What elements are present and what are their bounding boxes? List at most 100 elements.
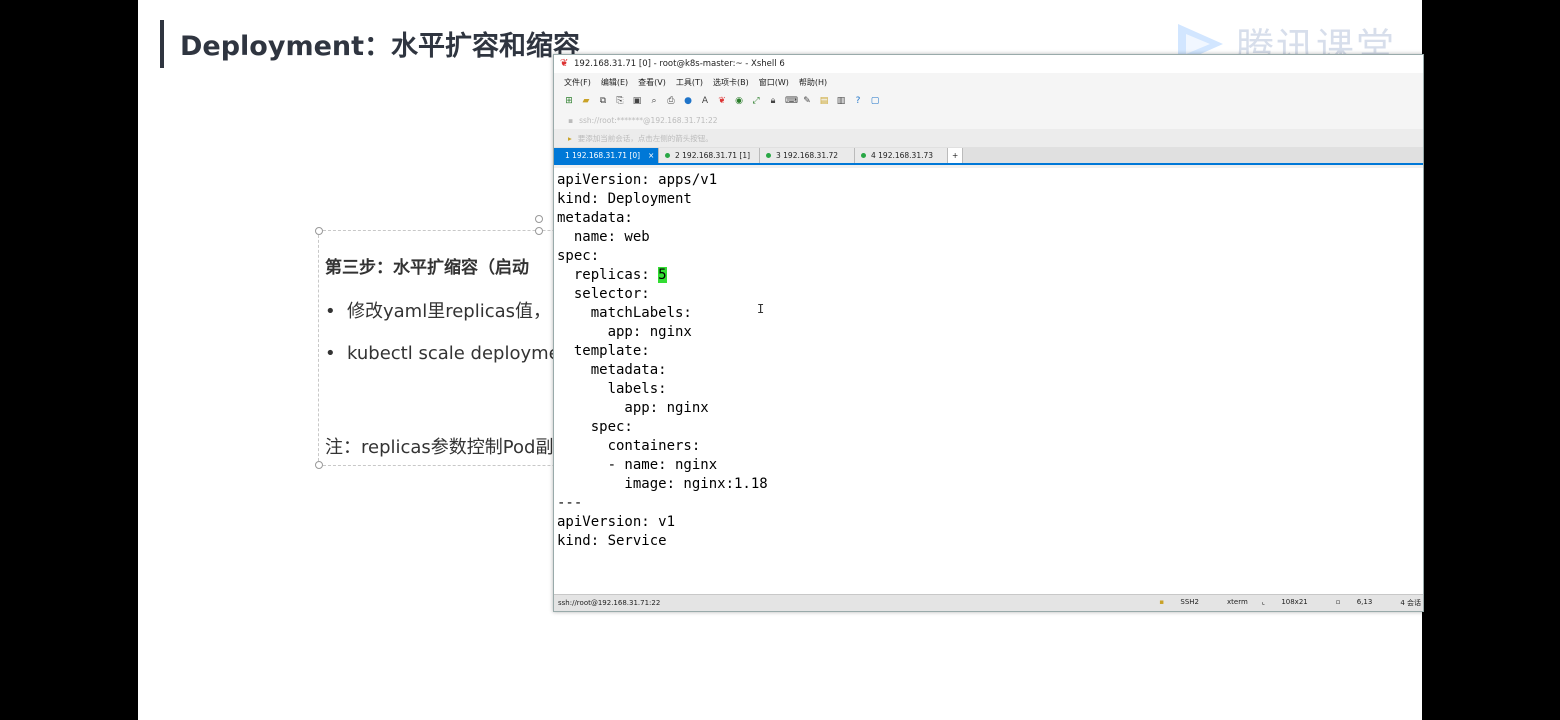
terminal-line: selector:: [557, 286, 650, 302]
terminal-line: app: nginx: [557, 400, 709, 416]
status-size-text: 108x21: [1281, 598, 1308, 606]
resize-handle[interactable]: [315, 461, 323, 469]
step-heading: 第三步：水平扩缩容（启动: [325, 258, 529, 278]
terminal-line-replicas: replicas: 5: [557, 266, 667, 285]
terminal-line: - name: nginx: [557, 457, 718, 473]
status-bar: ssh://root@192.168.31.71:22 ▪ SSH2 xterm…: [554, 594, 1423, 611]
fullscreen-icon[interactable]: ⤢: [751, 96, 761, 106]
lock-icon[interactable]: 🔒︎: [768, 96, 778, 106]
help-icon[interactable]: ?: [853, 96, 863, 106]
menu-tabs[interactable]: 选项卡(B): [713, 77, 749, 88]
terminal-line: ---: [557, 495, 583, 511]
window-titlebar[interactable]: ❦ 192.168.31.71 [0] - root@k8s-master:~ …: [554, 55, 1423, 73]
terminal-line: app: nginx: [557, 324, 692, 340]
copy-icon[interactable]: ⧉: [598, 96, 608, 106]
hint-text: 要添加当前会话，点击左侧的箭头按钮。: [577, 133, 713, 143]
terminal-line: template:: [557, 343, 650, 359]
menu-help[interactable]: 帮助(H): [799, 77, 827, 88]
menu-file[interactable]: 文件(F): [564, 77, 591, 88]
position-icon: ▫: [1335, 598, 1341, 606]
window-title: 192.168.31.71 [0] - root@k8s-master:~ - …: [574, 59, 785, 69]
terminal-line: image: nginx:1.18: [557, 476, 768, 492]
chat-icon[interactable]: ▢: [870, 96, 880, 106]
close-icon[interactable]: ×: [648, 148, 654, 163]
terminal-line: name: web: [557, 229, 650, 245]
title-accent-bar: [160, 20, 164, 68]
menu-edit[interactable]: 编辑(E): [601, 77, 628, 88]
resize-handle[interactable]: [315, 227, 323, 235]
status-position: ▫ 6,13: [1336, 598, 1387, 608]
bullet-item: • kubectl scale deployme: [325, 343, 560, 364]
layout-icon[interactable]: ▥: [836, 96, 846, 106]
rotate-handle[interactable]: [535, 215, 543, 223]
lock-small-icon: ▪: [568, 115, 574, 125]
xftp-icon[interactable]: ◉: [734, 96, 744, 106]
address-bar[interactable]: ▪ ssh://root:*******@192.168.31.71:22: [554, 111, 1423, 129]
xshell-icon[interactable]: ❦: [717, 96, 727, 106]
size-icon: ⌞: [1261, 598, 1266, 606]
replicas-value-highlight: 5: [658, 267, 667, 283]
status-size: ⌞ 108x21: [1262, 598, 1322, 608]
properties-icon[interactable]: ▣: [632, 96, 642, 106]
ssh-lock-icon: ▪: [1159, 598, 1165, 606]
tab-label: 3 192.168.31.72: [776, 151, 839, 160]
tab-label: 2 192.168.31.71 [1]: [675, 151, 751, 160]
menu-tools[interactable]: 工具(T): [676, 77, 703, 88]
keyboard-icon[interactable]: ⌨: [785, 96, 798, 106]
menu-window[interactable]: 窗口(W): [759, 77, 789, 88]
status-term: xterm: [1227, 598, 1248, 606]
bookmark-icon[interactable]: ▸: [568, 134, 572, 143]
terminal-line: kind: Deployment: [557, 191, 692, 207]
status-dot-icon: [665, 153, 670, 158]
menu-view[interactable]: 查看(V): [638, 77, 666, 88]
status-connection: ssh://root@192.168.31.71:22: [558, 599, 661, 607]
font-icon[interactable]: A: [700, 96, 710, 106]
bullet-item: • 修改yaml里replicas值，: [325, 301, 552, 322]
session-hint-bar: ▸ 要添加当前会话，点击左侧的箭头按钮。: [554, 129, 1423, 147]
globe-icon[interactable]: ●: [683, 96, 693, 106]
bullet-text: kubectl scale deployme: [347, 343, 560, 364]
tab-label: 4 192.168.31.73: [871, 151, 934, 160]
new-session-icon[interactable]: ⊞: [564, 96, 574, 106]
find-icon[interactable]: ⌕: [649, 96, 659, 106]
terminal-line: metadata:: [557, 210, 633, 226]
tab-session-1[interactable]: 1 192.168.31.71 [0] ×: [554, 148, 659, 163]
terminal-line: spec:: [557, 248, 600, 264]
terminal-line: labels:: [557, 381, 667, 397]
terminal-line: kind: Service: [557, 533, 667, 549]
tab-session-4[interactable]: 4 192.168.31.73: [855, 148, 948, 163]
address-text: ssh://root:*******@192.168.31.71:22: [579, 115, 718, 125]
toolbar: ⊞ ▰ ⧉ ⎘ ▣ ⌕ ⎙ ● A ❦ ◉ ⤢ 🔒︎ ⌨ ✎ ▤ ▥ ? ▢: [554, 91, 1423, 111]
terminal-line: spec:: [557, 419, 633, 435]
resize-handle[interactable]: [535, 227, 543, 235]
session-tabs: 1 192.168.31.71 [0] × 2 192.168.31.71 [1…: [554, 147, 1423, 165]
terminal-area[interactable]: apiVersion: apps/v1 kind: Deployment met…: [554, 168, 1423, 594]
terminal-line: replicas:: [557, 267, 659, 283]
open-folder-icon[interactable]: ▰: [581, 96, 591, 106]
xshell-app-icon: ❦: [560, 58, 569, 69]
tab-label: 1 192.168.31.71 [0]: [565, 151, 641, 160]
tab-session-2[interactable]: 2 192.168.31.71 [1]: [659, 148, 760, 163]
status-protocol-text: SSH2: [1180, 598, 1200, 606]
status-sessions: 4 会话: [1400, 599, 1421, 607]
menu-bar: 文件(F) 编辑(E) 查看(V) 工具(T) 选项卡(B) 窗口(W) 帮助(…: [554, 73, 1423, 91]
note-text: 注：replicas参数控制Pod副: [325, 437, 554, 458]
script-icon[interactable]: ✎: [802, 96, 812, 106]
ibeam-cursor-icon: I: [757, 302, 765, 316]
terminal-line: metadata:: [557, 362, 667, 378]
transfer-icon[interactable]: ▤: [819, 96, 829, 106]
print-icon[interactable]: ⎙: [666, 96, 676, 106]
bullet-text: 修改yaml里replicas值，: [347, 301, 552, 322]
xshell-window[interactable]: ❦ 192.168.31.71 [0] - root@k8s-master:~ …: [553, 54, 1424, 612]
terminal-line: containers:: [557, 438, 701, 454]
new-tab-button[interactable]: +: [948, 148, 964, 163]
terminal-line: matchLabels:: [557, 305, 692, 321]
terminal-line: apiVersion: v1: [557, 514, 676, 530]
slide-title: Deployment：水平扩容和缩容: [180, 31, 581, 62]
tab-session-3[interactable]: 3 192.168.31.72: [760, 148, 855, 163]
status-position-text: 6,13: [1356, 598, 1373, 606]
paste-icon[interactable]: ⎘: [615, 96, 625, 106]
status-dot-icon: [766, 153, 771, 158]
terminal-line: apiVersion: apps/v1: [557, 172, 718, 188]
status-dot-icon: [861, 153, 866, 158]
